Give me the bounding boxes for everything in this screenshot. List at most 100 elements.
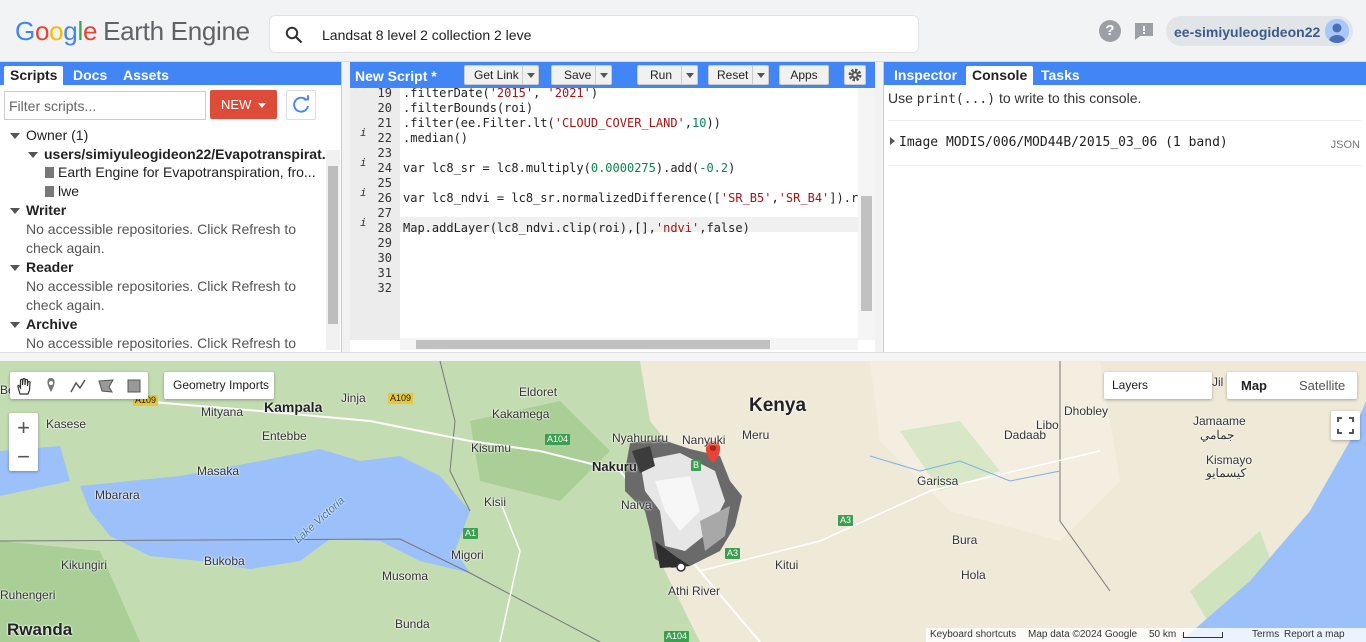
hand-pan-icon[interactable] [13,375,35,397]
scale-label: 50 km [1149,629,1177,640]
map-view[interactable]: Kenya Kampala Mityana Jinja Kasese Enteb… [0,361,1366,642]
drawing-toolbar [10,372,148,399]
help-icon[interactable]: ? [1099,20,1121,42]
layers-button[interactable]: Layers [1104,372,1212,399]
scripts-panel: Scripts Docs Assets Filter scripts... NE… [0,62,342,352]
json-toggle[interactable]: JSON [1331,139,1360,151]
tree-writer[interactable]: Writer [10,202,66,218]
expand-arrow-icon[interactable] [890,137,895,145]
console-hint: Use print(...) to write to this console. [888,90,1142,107]
account-button[interactable]: ee-simiyuleogideon22 [1166,16,1353,46]
polygon-icon[interactable] [95,375,117,397]
map-label-eldoret: Eldoret [519,385,558,399]
map-label-nyahururu: Nyahururu [612,431,669,445]
tree-repo[interactable]: users/simiyuleogideon22/Evapotranspirat.… [28,146,326,162]
map-label-garissa: Garissa [917,474,959,488]
report-map-error-link[interactable]: Report a map error [1284,629,1366,642]
get-link-button[interactable]: Get Link [464,65,539,85]
editor-horizontal-scrollbar[interactable] [400,338,858,350]
reset-button[interactable]: Reset [708,65,769,85]
point-marker-icon[interactable] [40,375,62,397]
refresh-icon[interactable] [286,90,316,120]
zoom-controls: + − [9,413,38,471]
map-label-masaka: Masaka [197,464,240,478]
scroll-thumb[interactable] [416,340,770,349]
earth-engine-logo[interactable]: Google Earth Engine [15,16,250,47]
filter-scripts-input[interactable]: Filter scripts... [4,91,206,120]
chevron-down-icon[interactable] [752,66,768,84]
chevron-down-icon [10,265,20,272]
fullscreen-icon[interactable] [1331,411,1360,440]
tab-docs[interactable]: Docs [67,66,113,85]
tree-reader[interactable]: Reader [10,259,73,275]
info-icon[interactable]: i [360,186,367,199]
tree-archive[interactable]: Archive [10,316,77,332]
chevron-down-icon[interactable] [681,66,697,84]
editor-vertical-scrollbar[interactable] [858,88,875,340]
run-button[interactable]: Run [637,65,698,85]
apps-button[interactable]: Apps [779,65,829,85]
tab-console[interactable]: Console [966,66,1034,85]
line-number: 32 [377,281,392,295]
map-label-bura: Bura [952,533,978,547]
tree-file-lwe[interactable]: lwe [45,183,79,199]
terms-link[interactable]: Terms [1252,629,1279,640]
left-scrollbar[interactable] [326,150,340,350]
zoom-in-button[interactable]: + [9,413,38,442]
reader-message-2: check again. [26,297,105,313]
map-type-toggle: Map Satellite [1227,372,1357,399]
map-type-map[interactable]: Map [1241,372,1267,399]
tree-owner[interactable]: Owner (1) [10,127,88,143]
info-icon[interactable]: i [360,156,367,169]
code-line: .filterBounds(roi) [403,101,534,115]
line-icon[interactable] [67,375,89,397]
road-shield: A1 [463,528,479,539]
road-shield: A3 [838,515,854,526]
road-shield: A109 [388,393,414,404]
map-label-kisii: Kisii [484,495,507,509]
scroll-thumb[interactable] [328,166,338,324]
tab-assets[interactable]: Assets [117,66,175,85]
tab-tasks[interactable]: Tasks [1035,66,1086,85]
map-label-ruhengeri: Ruhengeri [0,588,56,602]
chevron-down-icon[interactable] [522,66,538,84]
save-button[interactable]: Save [551,65,612,85]
search-input[interactable]: Landsat 8 level 2 collection 2 leve [269,15,919,53]
line-number: 20 [377,101,392,115]
map-label-migori: Migori [451,548,484,562]
tab-inspector[interactable]: Inspector [888,66,963,85]
rectangle-icon[interactable] [123,375,145,397]
chevron-down-icon[interactable] [595,66,611,84]
info-icon[interactable]: i [360,126,367,139]
code-line: var lc8_sr = lc8.multiply(0.0000275).add… [403,161,736,175]
info-icon[interactable]: i [360,216,367,229]
left-splitter[interactable] [342,62,350,352]
tree-file-evapotranspiration[interactable]: Earth Engine for Evapotranspiration, fro… [45,164,316,180]
line-number: 29 [377,236,392,250]
geometry-imports-button[interactable]: Geometry Imports [164,372,274,399]
new-button[interactable]: NEW [210,90,277,119]
console-entry[interactable]: Image MODIS/006/MOD44B/2015_03_06 (1 ban… [888,120,1362,166]
gear-icon[interactable] [844,65,866,85]
map-basemap [0,361,1366,642]
map-type-satellite[interactable]: Satellite [1299,372,1345,399]
line-number: 31 [377,266,392,280]
line-number: 26 [377,191,392,205]
map-splitter[interactable] [0,352,1366,361]
tab-scripts[interactable]: Scripts [4,66,64,85]
keyboard-shortcuts-link[interactable]: Keyboard shortcuts [930,629,1016,640]
left-tabbar: Scripts Docs Assets [0,62,341,85]
scroll-thumb[interactable] [861,196,872,311]
right-splitter[interactable] [875,62,883,352]
map-label-jinja: Jinja [341,391,366,405]
reader-message: No accessible repositories. Click Refres… [26,278,296,294]
zoom-out-button[interactable]: − [9,442,38,471]
line-number: 22 [377,131,392,145]
writer-message: No accessible repositories. Click Refres… [26,221,296,237]
line-number: 21 [377,116,392,130]
code-area[interactable]: .filterDate('2015', '2021') .filterBounds… [403,88,858,340]
script-title: New Script * [355,68,437,84]
feedback-icon[interactable] [1133,21,1155,41]
map-label-meru: Meru [742,428,770,442]
map-label-kismayo: Kismayo [1206,453,1253,467]
